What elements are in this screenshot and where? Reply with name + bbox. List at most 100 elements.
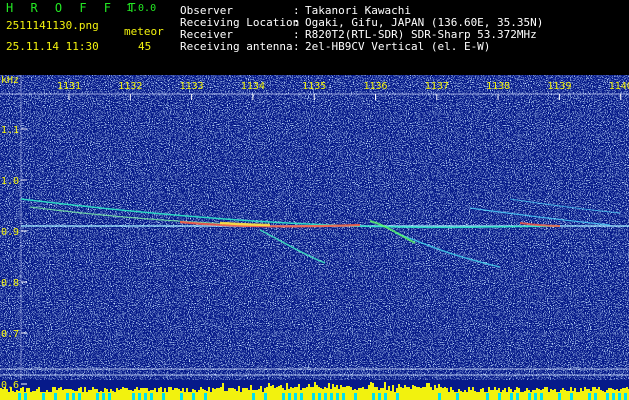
level-bar [160, 387, 162, 400]
level-bar [416, 387, 418, 400]
level-bar [270, 386, 272, 400]
level-bar [316, 385, 318, 400]
y-tick-label: 0.7 [1, 329, 19, 340]
level-bar [598, 387, 600, 400]
level-bar [490, 390, 492, 400]
level-bar [410, 389, 412, 400]
level-bar [622, 388, 624, 400]
level-bar [90, 390, 92, 400]
level-bar-cyan [342, 393, 345, 400]
level-bar [370, 382, 372, 400]
level-bar [352, 390, 354, 400]
level-bar [406, 387, 408, 400]
level-bar-cyan [540, 393, 543, 400]
level-bar [126, 388, 128, 400]
level-bar [484, 392, 486, 400]
level-bar [16, 390, 18, 400]
level-bar [474, 391, 476, 400]
meteor-label: meteor [124, 25, 164, 38]
level-bar [430, 387, 432, 400]
level-bar-cyan [396, 393, 399, 400]
level-bar-cyan [204, 393, 207, 400]
level-bar [260, 386, 262, 400]
level-bar [394, 392, 396, 400]
level-bar-cyan [252, 393, 255, 400]
level-bar-cyan [378, 393, 381, 400]
level-bar [28, 388, 30, 400]
level-bar-cyan [354, 393, 357, 400]
level-bar [362, 387, 364, 400]
x-tick-label: 1137 [425, 81, 449, 92]
level-bar [470, 390, 472, 400]
level-bar [124, 388, 126, 400]
capture-timestamp: 25.11.14 11:30 [6, 40, 99, 53]
level-bar [494, 387, 496, 400]
level-bar [40, 392, 42, 400]
level-bar [8, 392, 10, 400]
level-bar [502, 390, 504, 400]
level-bar [566, 391, 568, 400]
header-panel: H R O F F T 1.0.0 2511141130.png meteor … [0, 0, 629, 75]
y-axis-unit: kHz [1, 75, 19, 86]
level-bar [14, 392, 16, 400]
level-bar [196, 392, 198, 400]
level-bar [116, 388, 118, 400]
level-bar [250, 385, 252, 400]
level-bar [556, 392, 558, 400]
level-bar-cyan [150, 393, 153, 400]
level-bar [496, 390, 498, 400]
level-bar-cyan [594, 393, 597, 400]
level-bar [120, 389, 122, 400]
level-bar [34, 391, 36, 400]
x-tick-label: 1133 [180, 81, 204, 92]
level-bar [462, 392, 464, 400]
level-bar [508, 387, 510, 400]
level-bar [468, 387, 470, 400]
y-tick-label: 1.0 [1, 176, 19, 187]
level-bar [178, 389, 180, 400]
x-tick-label: 1138 [486, 81, 510, 92]
level-bar [562, 388, 564, 400]
level-bar [520, 392, 522, 400]
level-bar-cyan [66, 393, 69, 400]
level-bar [184, 392, 186, 400]
level-bar-cyan [54, 393, 57, 400]
level-bar-cyan [192, 393, 195, 400]
level-bar [592, 387, 594, 400]
level-bar [176, 388, 178, 400]
level-bar [84, 387, 86, 400]
level-bar [202, 389, 204, 400]
level-bar [200, 387, 202, 400]
level-bar [402, 388, 404, 400]
y-tick-label: 1.1 [1, 125, 19, 136]
antenna-value: 2el-HB9CV Vertical (el. E-W) [305, 40, 491, 53]
level-bar-cyan [612, 393, 615, 400]
level-bar-cyan [264, 393, 267, 400]
level-bar [278, 386, 280, 400]
y-tick-label: 0.8 [1, 278, 19, 289]
level-bar [368, 385, 370, 400]
level-bar [58, 388, 60, 400]
level-bar [304, 388, 306, 400]
level-bar [2, 389, 4, 400]
level-bar [142, 388, 144, 400]
level-bar [158, 388, 160, 400]
level-bar [30, 392, 32, 400]
level-bar-cyan [618, 393, 621, 400]
level-bar [390, 391, 392, 400]
level-bar [574, 388, 576, 400]
level-bar [52, 387, 54, 400]
level-bar-cyan [96, 393, 99, 400]
level-bar [128, 390, 130, 400]
level-bar [82, 392, 84, 400]
level-bar [358, 388, 360, 400]
level-bar [256, 390, 258, 400]
level-bar [210, 392, 212, 400]
level-bar [0, 388, 2, 400]
level-bar [418, 387, 420, 400]
level-bar [12, 391, 14, 400]
level-bar [38, 387, 40, 400]
level-bar-cyan [588, 393, 591, 400]
level-bar [460, 391, 462, 400]
level-bar [308, 384, 310, 400]
